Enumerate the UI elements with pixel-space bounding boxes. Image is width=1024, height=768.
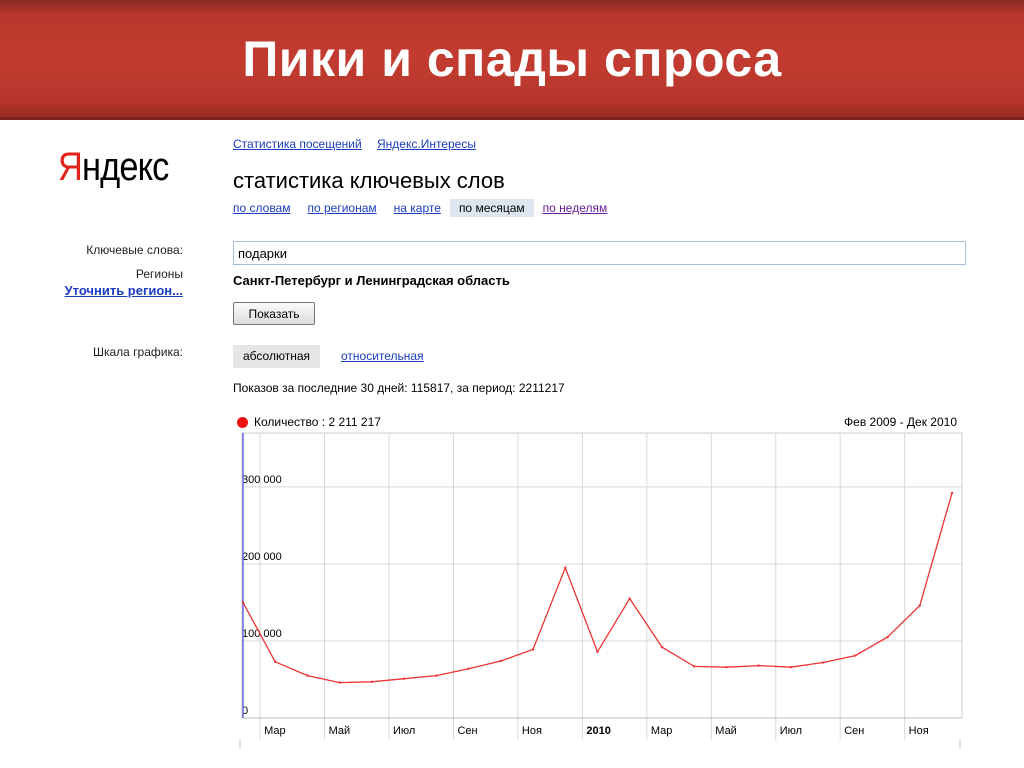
x-tick-label: Ноя — [909, 725, 929, 737]
data-point — [628, 597, 631, 600]
data-point — [886, 635, 889, 639]
data-point — [692, 665, 696, 668]
x-tick-label: Сен — [844, 725, 864, 737]
x-tick-label: Май — [329, 725, 351, 737]
data-point — [596, 650, 599, 653]
data-point — [338, 681, 341, 684]
data-point — [757, 664, 760, 667]
data-point — [274, 660, 277, 663]
data-point — [531, 648, 535, 651]
data-point — [725, 665, 728, 669]
plot-frame — [241, 432, 963, 719]
x-tick-label: 2010 — [586, 725, 610, 737]
data-point — [402, 677, 406, 680]
series-line-kolichestvo — [242, 492, 953, 684]
y-tick-label: 300 000 — [242, 474, 282, 486]
data-point — [306, 674, 309, 677]
x-tick-label: Мар — [651, 725, 673, 737]
data-point — [789, 665, 793, 669]
data-point — [918, 604, 921, 607]
data-point — [435, 674, 438, 677]
data-point — [499, 659, 503, 663]
data-point — [950, 491, 954, 495]
data-point — [467, 667, 470, 670]
x-tick-label: Сен — [457, 725, 477, 737]
x-tick-label: Мар — [264, 725, 286, 737]
x-tick-label: Ноя — [522, 725, 542, 737]
data-point — [660, 645, 664, 649]
x-tick-label: Июл — [780, 725, 802, 737]
data-point — [821, 661, 825, 664]
data-point — [564, 566, 567, 569]
x-tick-label: Май — [715, 725, 737, 737]
data-point — [241, 601, 245, 604]
data-point — [854, 654, 857, 657]
x-tick-label: Июл — [393, 725, 415, 737]
demand-line-chart: Мар Май Июл Сен Ноя 2010 Мар Май Июл Сен Ноя0100 0… — [239, 432, 963, 748]
y-tick-label: 200 000 — [242, 551, 282, 563]
data-point — [370, 680, 374, 683]
